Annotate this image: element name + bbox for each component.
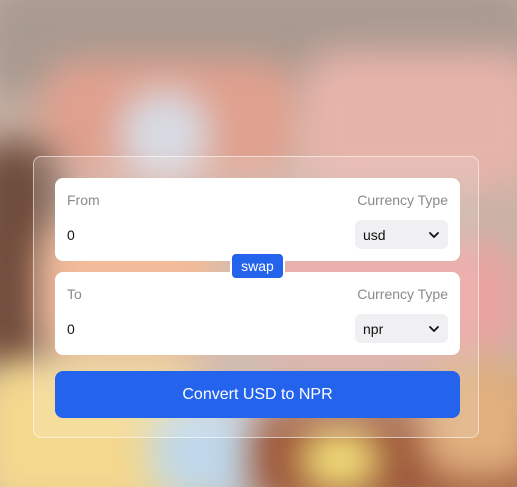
swap-button[interactable]: swap [230,252,285,280]
chevron-down-icon [429,325,439,332]
from-currency-type-label: Currency Type [357,192,448,208]
from-currency-value: usd [363,226,386,243]
from-currency-select[interactable]: usd [355,220,448,249]
convert-button[interactable]: Convert USD to NPR [55,371,460,418]
chevron-down-icon [429,231,439,238]
to-amount-input[interactable] [67,318,317,340]
to-label: To [67,286,82,302]
to-currency-type-label: Currency Type [357,286,448,302]
from-card: From Currency Type usd [55,178,460,261]
to-currency-select[interactable]: npr [355,314,448,343]
converter-panel: From Currency Type usd swap To Currency … [33,156,479,438]
from-amount-input[interactable] [67,224,317,246]
from-label: From [67,192,100,208]
to-card: To Currency Type npr [55,272,460,355]
to-currency-value: npr [363,320,384,337]
